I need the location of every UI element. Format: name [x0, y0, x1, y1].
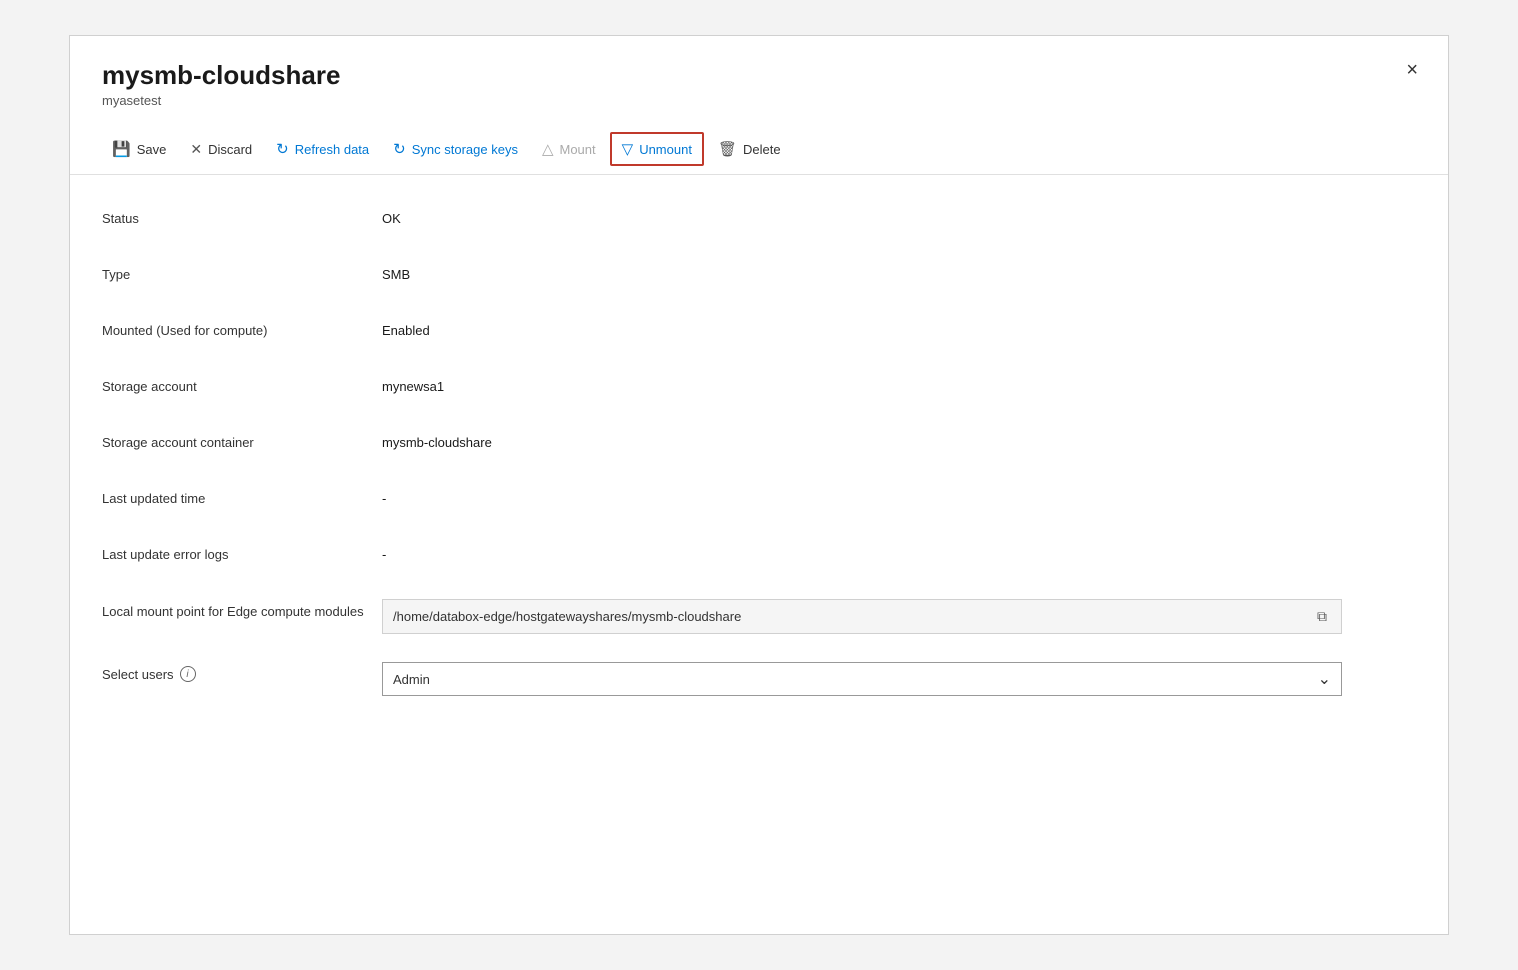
storage-account-label: Storage account: [102, 375, 382, 394]
unmount-button[interactable]: ▽ Unmount: [610, 132, 704, 166]
discard-button[interactable]: ✕ Discard: [180, 135, 262, 164]
refresh-icon: ↻: [276, 140, 289, 158]
mounted-value: Enabled: [382, 319, 1416, 338]
storage-account-value: mynewsa1: [382, 375, 1416, 394]
mount-label: Mount: [560, 142, 596, 157]
field-row-storage-account: Storage account mynewsa1: [102, 375, 1416, 403]
toolbar: 💾 Save ✕ Discard ↻ Refresh data ↻ Sync s…: [70, 124, 1448, 175]
discard-label: Discard: [208, 142, 252, 157]
sync-label: Sync storage keys: [412, 142, 518, 157]
field-row-select-users: Select users i Admin ⌄: [102, 662, 1416, 696]
select-users-info-icon: i: [180, 666, 196, 682]
storage-container-value: mysmb-cloudshare: [382, 431, 1416, 450]
field-row-last-updated: Last updated time -: [102, 487, 1416, 515]
unmount-icon: ▽: [622, 140, 634, 158]
mount-icon: △: [542, 140, 554, 158]
storage-container-label: Storage account container: [102, 431, 382, 450]
mount-point-input: /home/databox-edge/hostgatewayshares/mys…: [382, 599, 1342, 634]
unmount-label: Unmount: [639, 142, 692, 157]
status-label: Status: [102, 207, 382, 226]
select-users-dropdown[interactable]: Admin ⌄: [382, 662, 1342, 696]
field-row-mount-point: Local mount point for Edge compute modul…: [102, 599, 1416, 634]
mount-point-value: /home/databox-edge/hostgatewayshares/mys…: [393, 609, 1313, 624]
last-updated-value: -: [382, 487, 1416, 506]
type-label: Type: [102, 263, 382, 282]
sync-button[interactable]: ↻ Sync storage keys: [383, 134, 528, 164]
field-row-mounted: Mounted (Used for compute) Enabled: [102, 319, 1416, 347]
error-logs-label: Last update error logs: [102, 543, 382, 562]
save-label: Save: [137, 142, 167, 157]
save-icon: 💾: [112, 140, 131, 158]
select-users-label: Select users i: [102, 662, 382, 682]
save-button[interactable]: 💾 Save: [102, 134, 176, 164]
panel-header: mysmb-cloudshare myasetest: [70, 36, 1448, 108]
field-row-status: Status OK: [102, 207, 1416, 235]
field-row-error-logs: Last update error logs -: [102, 543, 1416, 571]
mount-point-label: Local mount point for Edge compute modul…: [102, 599, 382, 621]
field-row-storage-container: Storage account container mysmb-cloudsha…: [102, 431, 1416, 459]
error-logs-value: -: [382, 543, 1416, 562]
mount-button[interactable]: △ Mount: [532, 134, 606, 164]
select-users-value: Admin: [393, 672, 1318, 687]
last-updated-label: Last updated time: [102, 487, 382, 506]
panel-title: mysmb-cloudshare: [102, 60, 1416, 91]
type-value: SMB: [382, 263, 1416, 282]
delete-icon: 🗑: [718, 140, 737, 158]
copy-icon[interactable]: ⧉: [1313, 606, 1331, 627]
content: Status OK Type SMB Mounted (Used for com…: [70, 175, 1448, 756]
status-value: OK: [382, 207, 1416, 226]
panel: mysmb-cloudshare myasetest × 💾 Save ✕ Di…: [69, 35, 1449, 935]
sync-icon: ↻: [393, 140, 406, 158]
panel-subtitle: myasetest: [102, 93, 1416, 108]
delete-label: Delete: [743, 142, 781, 157]
delete-button[interactable]: 🗑 Delete: [708, 134, 791, 164]
refresh-label: Refresh data: [295, 142, 369, 157]
close-button[interactable]: ×: [1400, 56, 1424, 84]
field-row-type: Type SMB: [102, 263, 1416, 291]
refresh-button[interactable]: ↻ Refresh data: [266, 134, 379, 164]
chevron-down-icon: ⌄: [1318, 669, 1331, 689]
discard-icon: ✕: [190, 141, 202, 158]
mounted-label: Mounted (Used for compute): [102, 319, 382, 338]
